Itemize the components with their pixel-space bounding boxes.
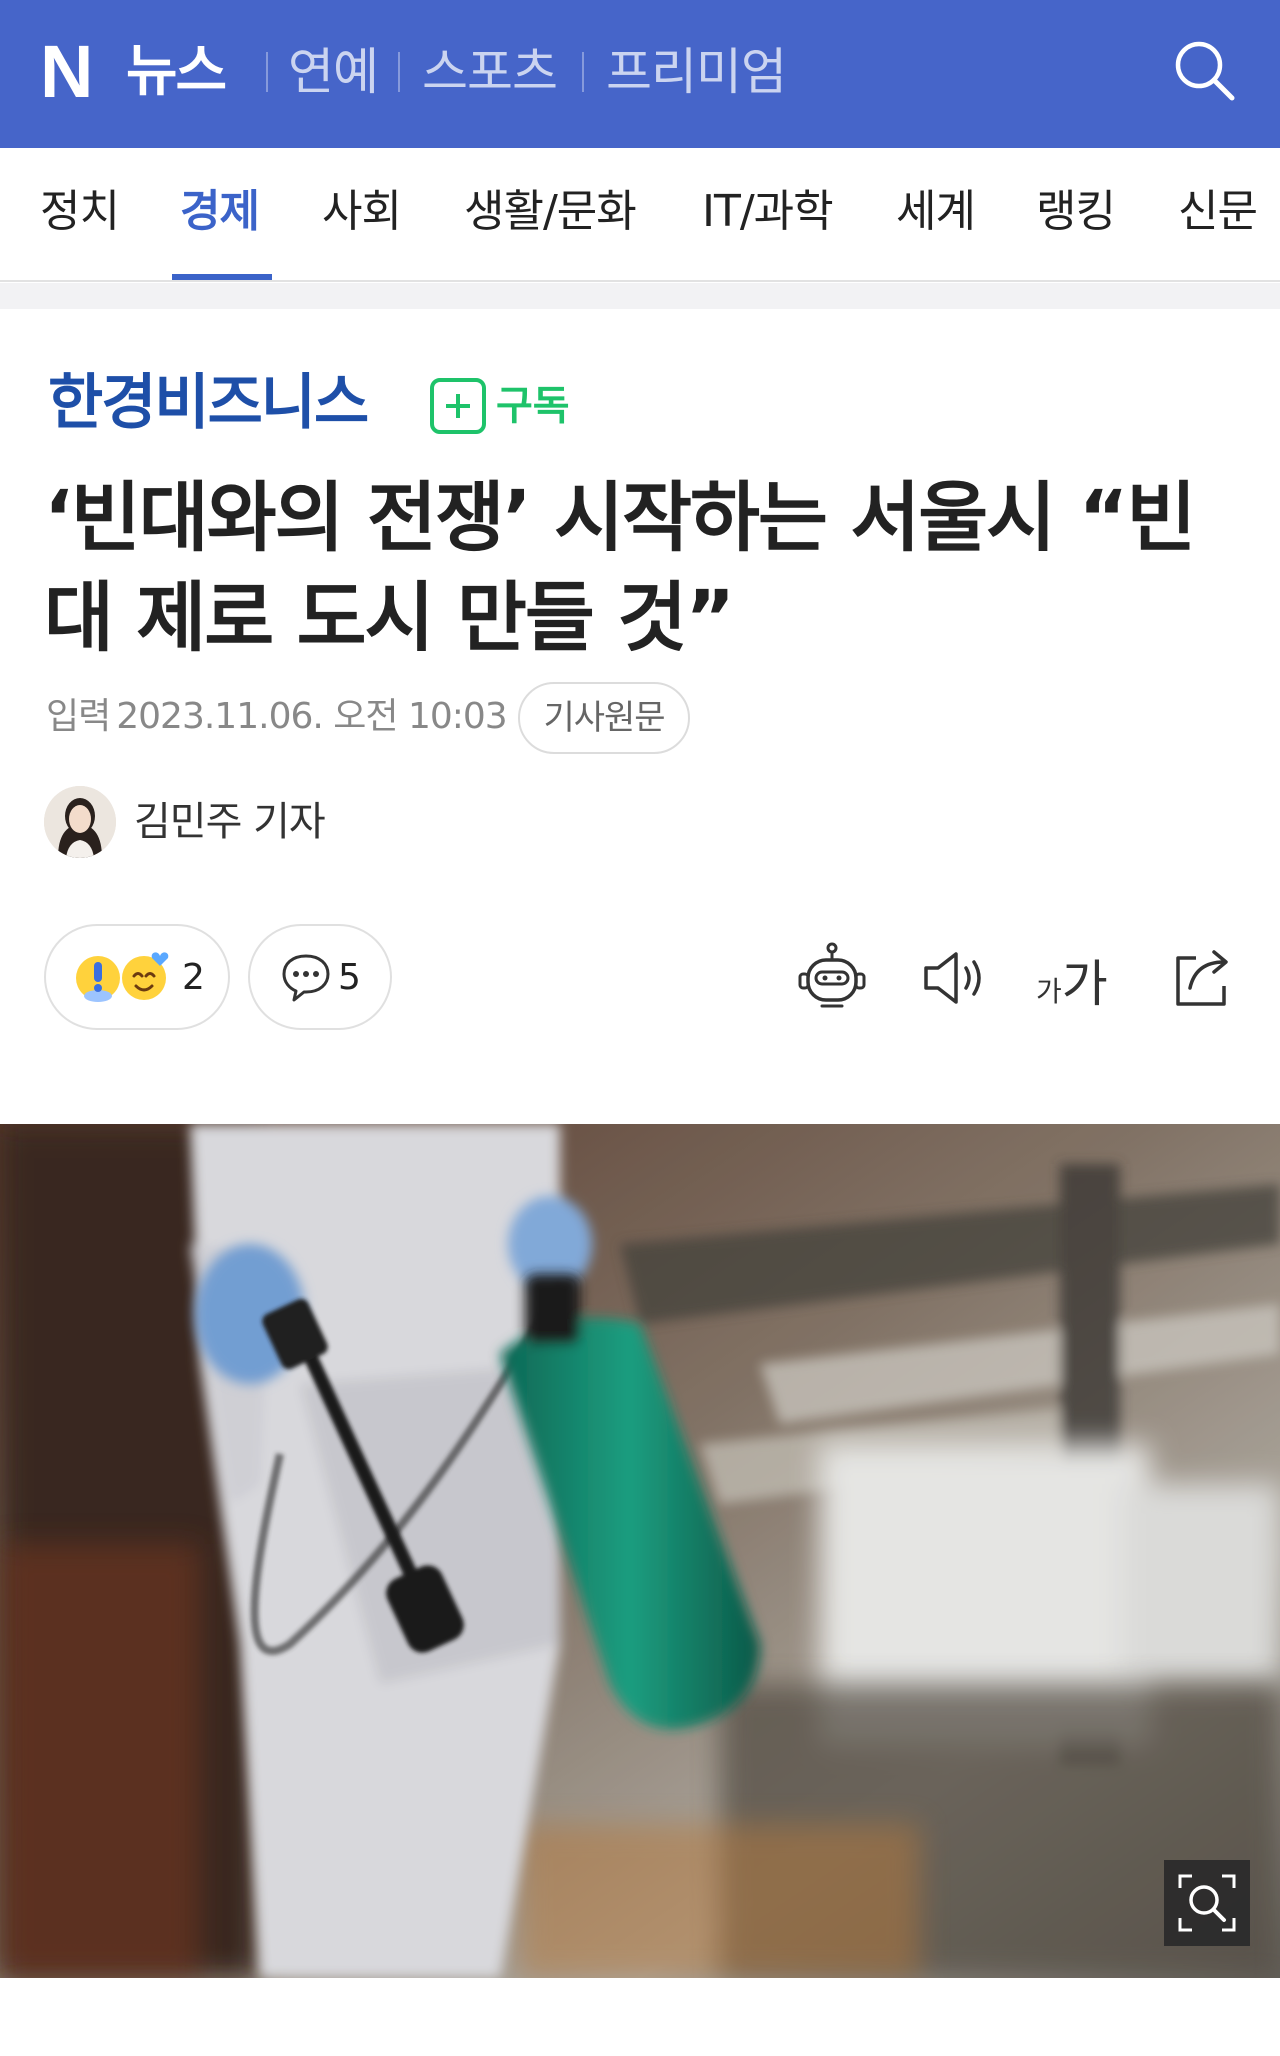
press-logo[interactable]: 한경비즈니스: [48, 368, 369, 438]
subscribe-label: 구독: [496, 383, 570, 429]
font-size-small: 가: [1036, 975, 1062, 1008]
surprise-emoji-icon: [76, 956, 120, 1002]
tab-society[interactable]: 사회: [322, 184, 402, 240]
heart-emoji-icon: [122, 952, 169, 1000]
publish-label: 입력: [46, 696, 111, 737]
publish-info: 입력 2023.11.06. 오전 10:03: [46, 692, 508, 742]
tab-life-culture[interactable]: 생활/문화: [464, 184, 637, 240]
tab-world[interactable]: 세계: [896, 184, 976, 240]
tab-politics[interactable]: 정치: [40, 184, 120, 240]
plus-box-icon: [430, 378, 486, 434]
article-photo[interactable]: [0, 1124, 1280, 1978]
speech-bubble-icon: [282, 954, 330, 1002]
reporter-name[interactable]: 김민주 기자: [134, 796, 326, 848]
top-bar: N 뉴스 연예 스포츠 프리미엄: [0, 0, 1280, 148]
nav-sports[interactable]: 스포츠: [422, 42, 558, 102]
divider: [398, 52, 400, 92]
active-tab-indicator: [172, 274, 272, 280]
share-icon[interactable]: [1166, 940, 1242, 1016]
search-icon[interactable]: [1170, 36, 1240, 106]
reaction-button[interactable]: 2: [44, 924, 230, 1030]
divider: [266, 52, 268, 92]
tab-economy[interactable]: 경제: [180, 184, 260, 240]
reaction-count: 2: [182, 957, 205, 998]
news-home-link[interactable]: 뉴스: [126, 40, 227, 104]
divider: [582, 52, 584, 92]
publish-datetime: 2023.11.06. 오전 10:03: [116, 696, 507, 737]
summary-bot-icon[interactable]: [794, 940, 870, 1016]
section-gap: [0, 283, 1280, 309]
nav-premium[interactable]: 프리미엄: [606, 42, 787, 102]
category-nav: 정치 경제 사회 생활/문화 IT/과학 세계 랭킹 신문: [0, 148, 1280, 282]
nav-entertainment[interactable]: 연예: [288, 42, 379, 102]
font-size-icon[interactable]: 가가: [1036, 944, 1108, 1014]
original-article-button[interactable]: 기사원문: [518, 682, 690, 754]
tab-it-science[interactable]: IT/과학: [702, 184, 834, 240]
photo-illustration: [0, 1124, 1280, 1978]
tab-ranking[interactable]: 랭킹: [1036, 184, 1116, 240]
speaker-icon[interactable]: [916, 940, 992, 1016]
naver-logo[interactable]: N: [40, 35, 93, 109]
zoom-magnifier-icon[interactable]: [1164, 1860, 1250, 1946]
font-size-big: 가: [1061, 955, 1108, 1013]
subscribe-button[interactable]: 구독: [430, 376, 570, 436]
reporter-avatar[interactable]: [44, 786, 116, 858]
tab-newspaper[interactable]: 신문: [1178, 184, 1258, 240]
comment-button[interactable]: 5: [248, 924, 392, 1030]
reporter-photo: [44, 786, 116, 858]
comment-count: 5: [338, 957, 361, 998]
article-headline: ‘빈대와의 전쟁’ 시작하는 서울시 “빈대 제로 도시 만들 것”: [44, 473, 1196, 662]
